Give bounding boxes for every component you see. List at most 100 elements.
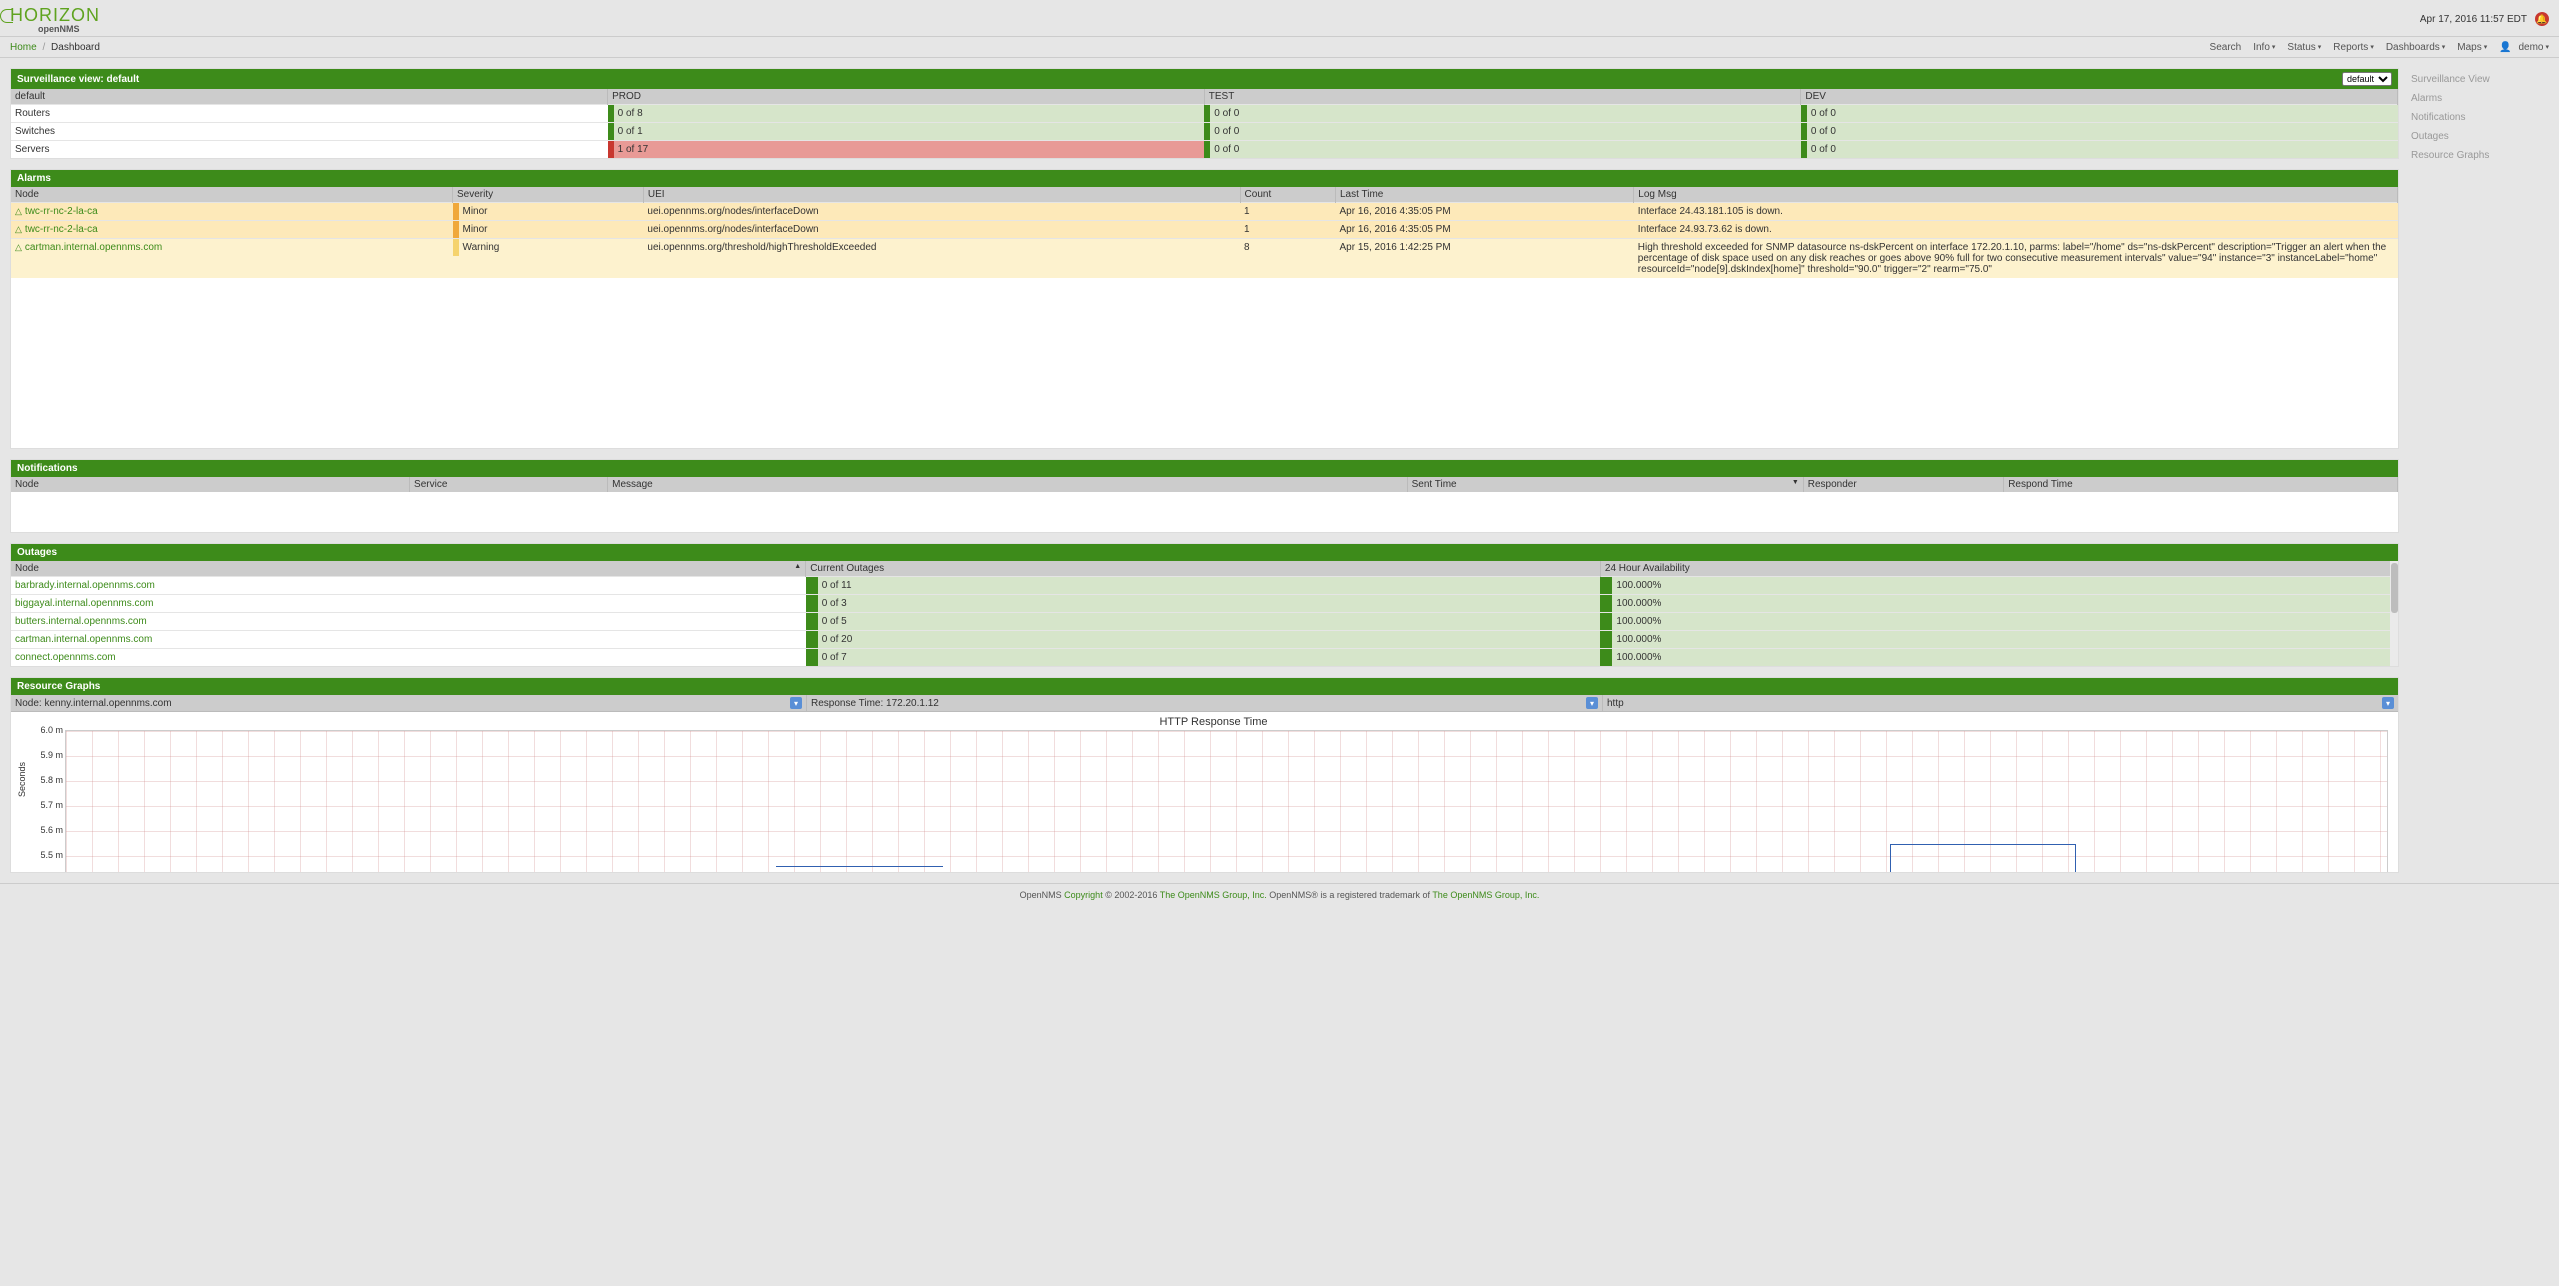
rg-metric-selector[interactable]: http▾: [1603, 695, 2398, 711]
sv-cell-test[interactable]: 0 of 0: [1204, 123, 1801, 141]
sv-row: Servers1 of 170 of 00 of 0: [11, 141, 2398, 159]
alarm-triangle-icon: △: [15, 206, 22, 216]
notif-col-service[interactable]: Service: [410, 477, 608, 492]
sidebar-item-outages[interactable]: Outages: [2409, 127, 2549, 146]
select-caret-icon: ▾: [2382, 697, 2394, 709]
sv-col-default[interactable]: default: [11, 89, 608, 105]
alarm-count: 1: [1240, 203, 1335, 221]
outage-avail: 100.000%: [1600, 613, 2397, 631]
alarm-uei: uei.opennms.org/nodes/interfaceDown: [643, 203, 1240, 221]
sv-category[interactable]: Routers: [11, 105, 608, 123]
sv-category[interactable]: Servers: [11, 141, 608, 159]
alarm-node[interactable]: △twc-rr-nc-2-la-ca: [11, 203, 453, 221]
alarms-col-uei[interactable]: UEI: [643, 187, 1240, 203]
sidebar-item-surveillance[interactable]: Surveillance View: [2409, 70, 2549, 89]
nav-info[interactable]: Info▾: [2253, 42, 2275, 53]
alarms-col-severity[interactable]: Severity: [453, 187, 644, 203]
outages-col-current[interactable]: Current Outages: [806, 561, 1601, 577]
nav-dashboards[interactable]: Dashboards▾: [2386, 42, 2445, 53]
footer-copyright-link[interactable]: Copyright: [1064, 890, 1103, 900]
notif-col-senttime[interactable]: Sent Time▼: [1407, 477, 1803, 492]
nav-search[interactable]: Search: [2210, 42, 2242, 53]
y-axis: 6.0 m5.9 m5.8 m5.7 m5.6 m5.5 m: [33, 730, 65, 872]
sv-col-prod[interactable]: PROD: [608, 89, 1205, 105]
sv-col-dev[interactable]: DEV: [1801, 89, 2398, 105]
plot-area: [65, 730, 2388, 872]
sv-cell-dev[interactable]: 0 of 0: [1801, 105, 2398, 123]
alarms-col-node[interactable]: Node: [11, 187, 453, 203]
notifications-title: Notifications: [17, 463, 78, 474]
outage-node[interactable]: butters.internal.opennms.com: [11, 613, 806, 631]
y-tick: 6.0 m: [40, 725, 63, 735]
alarms-title: Alarms: [17, 173, 51, 184]
sv-cell-prod[interactable]: 0 of 8: [608, 105, 1205, 123]
outages-col-avail[interactable]: 24 Hour Availability: [1600, 561, 2397, 577]
alarms-col-logmsg[interactable]: Log Msg: [1634, 187, 2398, 203]
y-tick: 5.7 m: [40, 800, 63, 810]
footer-org2-link[interactable]: The OpenNMS Group, Inc.: [1432, 890, 1539, 900]
surveillance-panel: Surveillance view: default default defau…: [10, 68, 2399, 159]
outage-row: cartman.internal.opennms.com0 of 20100.0…: [11, 631, 2398, 649]
breadcrumb-home[interactable]: Home: [10, 42, 37, 53]
sv-cell-test[interactable]: 0 of 0: [1204, 141, 1801, 159]
alarm-logmsg: High threshold exceeded for SNMP datasou…: [1634, 239, 2398, 279]
outage-node[interactable]: cartman.internal.opennms.com: [11, 631, 806, 649]
rg-node-selector[interactable]: Node: kenny.internal.opennms.com▾: [11, 695, 807, 711]
alarm-severity: Minor: [453, 203, 644, 221]
surveillance-title: Surveillance view: default: [17, 74, 139, 85]
breadcrumb-sep: /: [42, 42, 45, 53]
sv-cell-prod[interactable]: 1 of 17: [608, 141, 1205, 159]
footer-org1-link[interactable]: The OpenNMS Group, Inc.: [1160, 890, 1267, 900]
notification-bell-icon[interactable]: 🔔: [2535, 12, 2549, 26]
outages-col-node[interactable]: Node▲: [11, 561, 806, 577]
alarm-node[interactable]: △cartman.internal.opennms.com: [11, 239, 453, 279]
nav-status[interactable]: Status▾: [2287, 42, 2321, 53]
nav-user[interactable]: 👤 demo▾: [2499, 42, 2549, 53]
sv-row: Switches0 of 10 of 00 of 0: [11, 123, 2398, 141]
select-caret-icon: ▾: [790, 697, 802, 709]
outage-current: 0 of 7: [806, 649, 1601, 667]
outage-avail: 100.000%: [1600, 631, 2397, 649]
sidebar-item-notifications[interactable]: Notifications: [2409, 108, 2549, 127]
nav-bar: Home / Dashboard Search Info▾ Status▾ Re…: [0, 36, 2559, 58]
alarm-row: △cartman.internal.opennms.comWarninguei.…: [11, 239, 2398, 279]
outages-scroll-thumb[interactable]: [2391, 563, 2398, 613]
sidebar-item-alarms[interactable]: Alarms: [2409, 89, 2549, 108]
sort-asc-icon: ▲: [794, 563, 801, 570]
alarm-uei: uei.opennms.org/threshold/highThresholdE…: [643, 239, 1240, 279]
outage-node[interactable]: barbrady.internal.opennms.com: [11, 577, 806, 595]
outage-row: butters.internal.opennms.com0 of 5100.00…: [11, 613, 2398, 631]
outages-panel: Outages Node▲ Current Outages 24 Hour Av…: [10, 543, 2399, 667]
alarms-col-lasttime[interactable]: Last Time: [1335, 187, 1633, 203]
brand-logo[interactable]: HORIZON openNMS: [10, 5, 100, 34]
alarm-lasttime: Apr 16, 2016 4:35:05 PM: [1335, 203, 1633, 221]
graph-title: HTTP Response Time: [39, 716, 2388, 728]
y-tick: 5.6 m: [40, 825, 63, 835]
nav-menu: Search Info▾ Status▾ Reports▾ Dashboards…: [2210, 42, 2549, 53]
sv-col-test[interactable]: TEST: [1204, 89, 1801, 105]
alarms-col-count[interactable]: Count: [1240, 187, 1335, 203]
y-tick: 5.5 m: [40, 850, 63, 860]
surveillance-view-selector[interactable]: default: [2342, 72, 2392, 86]
sv-cell-dev[interactable]: 0 of 0: [1801, 141, 2398, 159]
outage-node[interactable]: connect.opennms.com: [11, 649, 806, 667]
sidebar-item-resource-graphs[interactable]: Resource Graphs: [2409, 146, 2549, 165]
notif-col-respondtime[interactable]: Respond Time: [2004, 477, 2398, 492]
nav-reports[interactable]: Reports▾: [2333, 42, 2374, 53]
alarm-node[interactable]: △twc-rr-nc-2-la-ca: [11, 221, 453, 239]
rg-resource-selector[interactable]: Response Time: 172.20.1.12▾: [807, 695, 1603, 711]
sv-cell-test[interactable]: 0 of 0: [1204, 105, 1801, 123]
outage-node[interactable]: biggayal.internal.opennms.com: [11, 595, 806, 613]
notifications-panel: Notifications Node Service Message Sent …: [10, 459, 2399, 533]
notifications-table: Node Service Message Sent Time▼ Responde…: [11, 477, 2398, 492]
top-bar: HORIZON openNMS Apr 17, 2016 11:57 EDT 🔔: [0, 0, 2559, 36]
outage-row: biggayal.internal.opennms.com0 of 3100.0…: [11, 595, 2398, 613]
sv-cell-prod[interactable]: 0 of 1: [608, 123, 1205, 141]
sv-category[interactable]: Switches: [11, 123, 608, 141]
notif-col-responder[interactable]: Responder: [1803, 477, 2003, 492]
outages-scrollbar[interactable]: [2390, 561, 2398, 666]
notif-col-node[interactable]: Node: [11, 477, 410, 492]
nav-maps[interactable]: Maps▾: [2457, 42, 2487, 53]
sv-cell-dev[interactable]: 0 of 0: [1801, 123, 2398, 141]
notif-col-message[interactable]: Message: [608, 477, 1407, 492]
